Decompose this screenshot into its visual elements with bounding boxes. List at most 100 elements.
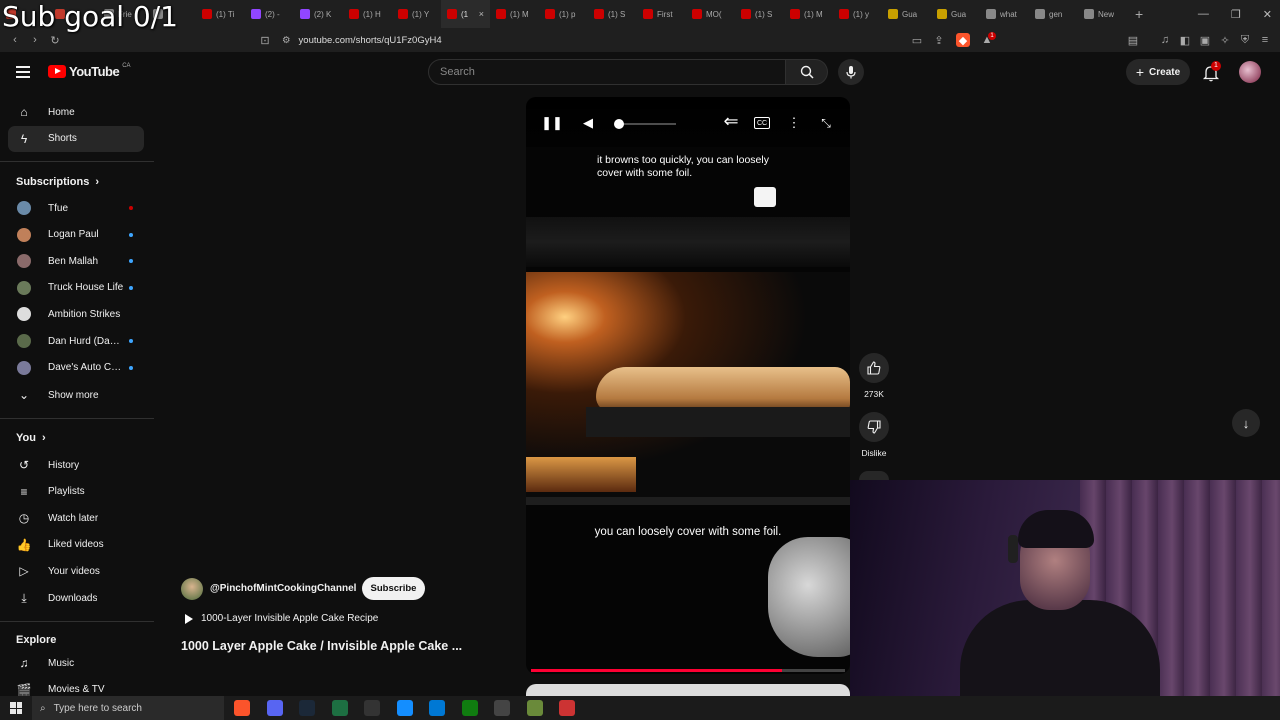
sidebar-item-shorts[interactable]: ϟ Shorts — [8, 125, 144, 152]
browser-tab[interactable]: MO( — [686, 0, 735, 28]
sidebar-subscription[interactable]: Truck House Life — [8, 275, 144, 301]
channel-avatar[interactable] — [181, 578, 203, 600]
browser-tab[interactable]: (2) K — [294, 0, 343, 28]
browser-tab[interactable]: (1) Y — [392, 0, 441, 28]
new-tab-button[interactable]: + — [1127, 6, 1151, 22]
browser-tab[interactable]: (1) M — [490, 0, 539, 28]
obs-app-icon[interactable] — [559, 700, 575, 716]
browser-tab[interactable]: (1) S — [735, 0, 784, 28]
sidebar-subscription[interactable]: Logan Paul — [8, 222, 144, 248]
you-heading[interactable]: You › — [16, 432, 46, 444]
tab-close-icon[interactable]: × — [479, 9, 484, 19]
forward-icon[interactable]: › — [28, 33, 42, 47]
like-button[interactable] — [859, 353, 889, 383]
brave-app-icon[interactable] — [234, 700, 250, 716]
sidebar-item-music[interactable]: ♫ Music — [8, 650, 144, 676]
sidebar-subscription[interactable]: Ben Mallah — [8, 248, 144, 274]
more-options-icon[interactable]: ⋮ — [786, 115, 802, 131]
youtube-logo[interactable]: YouTube CA — [48, 63, 131, 79]
show-more-button[interactable]: ⌄ Show more — [8, 382, 144, 408]
shorts-video-player[interactable]: ❚❚ ◀︎ ⇐ CC ⋮ ⤡ it browns too quickly, yo… — [526, 97, 850, 674]
battle-net-app-icon[interactable] — [396, 700, 413, 716]
minecraft-app-icon[interactable] — [526, 700, 543, 716]
create-button[interactable]: + Create — [1126, 59, 1190, 85]
url-bar[interactable]: ⚙ youtube.com/shorts/qU1Fz0GyH4 — [282, 30, 1007, 50]
sidebar-item-history[interactable]: ↺ History — [8, 452, 144, 478]
share-icon[interactable]: ⇪ — [932, 33, 946, 47]
channel-name[interactable]: @PinchofMintCookingChannel — [210, 583, 356, 594]
taskbar-search-input[interactable]: ⌕ Type here to search — [32, 696, 224, 720]
browser-tab[interactable]: (1) M — [784, 0, 833, 28]
video-progress-bar[interactable] — [531, 669, 845, 672]
excel-app-icon[interactable] — [331, 700, 348, 716]
steam-app-icon[interactable] — [299, 700, 315, 716]
close-window-button[interactable]: ✕ — [1263, 8, 1272, 21]
video-title[interactable]: 1000 Layer Apple Cake / Invisible Apple … — [181, 639, 481, 653]
browser-tab[interactable]: (1) H — [343, 0, 392, 28]
browser-tab[interactable]: (1) p — [539, 0, 588, 28]
tab-favicon-icon — [1084, 9, 1094, 19]
brave-shields-icon[interactable]: ◆ — [956, 33, 970, 47]
sidebar-subscription[interactable]: Dan Hurd (Dan H... — [8, 328, 144, 354]
browser-tab[interactable]: Gua — [882, 0, 931, 28]
dislike-button[interactable] — [859, 412, 889, 442]
playlist-link[interactable]: 1000-Layer Invisible Apple Cake Recipe — [181, 613, 378, 624]
sidebar-subscription[interactable]: Tfue — [8, 195, 144, 221]
browser-tab[interactable]: First — [637, 0, 686, 28]
sidebar-subscription[interactable]: Dave's Auto Cent... — [8, 355, 144, 381]
account-avatar[interactable] — [1239, 61, 1261, 83]
discord-app-icon[interactable] — [266, 700, 283, 716]
volume-slider[interactable] — [614, 119, 676, 129]
maximize-button[interactable]: ❐ — [1231, 8, 1241, 21]
browser-tab[interactable]: (1) y — [833, 0, 882, 28]
voice-search-button[interactable] — [838, 59, 864, 85]
sidebar-item-playlists[interactable]: ≡ Playlists — [8, 479, 144, 505]
epic-app-icon[interactable] — [364, 700, 380, 716]
pause-icon[interactable]: ❚❚ — [541, 115, 563, 131]
hamburger-menu-icon[interactable] — [16, 66, 30, 78]
media-icon[interactable]: ♫ — [1158, 33, 1172, 47]
browser-tab[interactable]: (1) Ti — [196, 0, 245, 28]
search-button[interactable] — [786, 59, 828, 85]
browser-tab[interactable]: Gua — [931, 0, 980, 28]
cast-icon[interactable]: ▭ — [910, 33, 924, 47]
sidebar-item-your-videos[interactable]: ▷ Your videos — [8, 558, 144, 584]
xbox-app-icon[interactable] — [461, 700, 478, 716]
menu-icon[interactable]: ≡ — [1258, 33, 1272, 47]
notifications-button[interactable]: 1 — [1200, 61, 1222, 83]
sidebar-toggle-icon[interactable]: ▤ — [1126, 33, 1140, 47]
minimize-button[interactable]: — — [1198, 8, 1209, 20]
sidebar-item-home[interactable]: ⌂ Home — [8, 99, 144, 125]
browser-tab[interactable]: (2) - — [245, 0, 294, 28]
split-view-icon[interactable]: ◧ — [1178, 33, 1192, 47]
bookmark-icon[interactable]: ⊡ — [258, 33, 272, 47]
reload-icon[interactable]: ↻ — [48, 33, 62, 47]
captions-icon[interactable]: CC — [754, 117, 770, 129]
wallet-icon[interactable]: ▣ — [1198, 33, 1212, 47]
subscriptions-heading[interactable]: Subscriptions › — [16, 176, 99, 188]
subscribe-button[interactable]: Subscribe — [362, 577, 425, 600]
valorant-app-icon[interactable] — [494, 700, 510, 716]
search-input[interactable]: Search — [428, 59, 786, 85]
fullscreen-icon[interactable]: ⤡ — [818, 115, 834, 131]
volume-knob[interactable] — [614, 119, 624, 129]
next-video-button[interactable]: ↓ — [1232, 409, 1260, 437]
windows-start-icon[interactable] — [10, 702, 22, 714]
leo-ai-icon[interactable]: ✧ — [1218, 33, 1232, 47]
volume-icon[interactable]: ◀︎ — [580, 115, 596, 131]
site-info-icon[interactable]: ⚙ — [282, 35, 291, 46]
sidebar-item-downloads[interactable]: ⤓ Downloads — [8, 585, 144, 611]
explorer-app-icon[interactable] — [429, 700, 445, 716]
browser-tab[interactable]: gen — [1029, 0, 1078, 28]
next-short-preview[interactable] — [526, 684, 850, 696]
browser-tab[interactable]: (1 × — [441, 0, 490, 28]
comments-button[interactable] — [859, 471, 889, 480]
browser-tab[interactable]: what — [980, 0, 1029, 28]
browser-tab[interactable]: (1) S — [588, 0, 637, 28]
sidebar-subscription[interactable]: Ambition Strikes — [8, 301, 144, 327]
sidebar-item-watch-later[interactable]: ◷ Watch later — [8, 505, 144, 531]
back-icon[interactable]: ‹ — [8, 33, 22, 47]
vpn-icon[interactable]: ⛨ — [1238, 33, 1252, 47]
browser-tab[interactable]: New — [1078, 0, 1127, 28]
sidebar-item-liked-videos[interactable]: 👍 Liked videos — [8, 532, 144, 558]
